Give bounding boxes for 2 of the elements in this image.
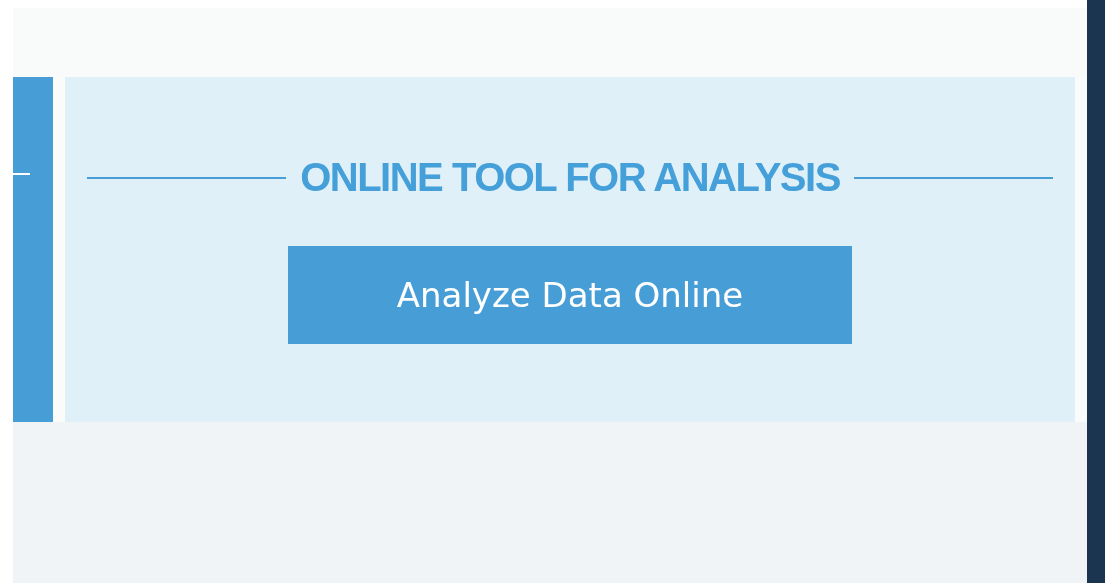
section-heading: ONLINE TOOL FOR ANALYSIS: [300, 155, 840, 200]
analyze-button[interactable]: Analyze Data Online: [288, 246, 852, 344]
